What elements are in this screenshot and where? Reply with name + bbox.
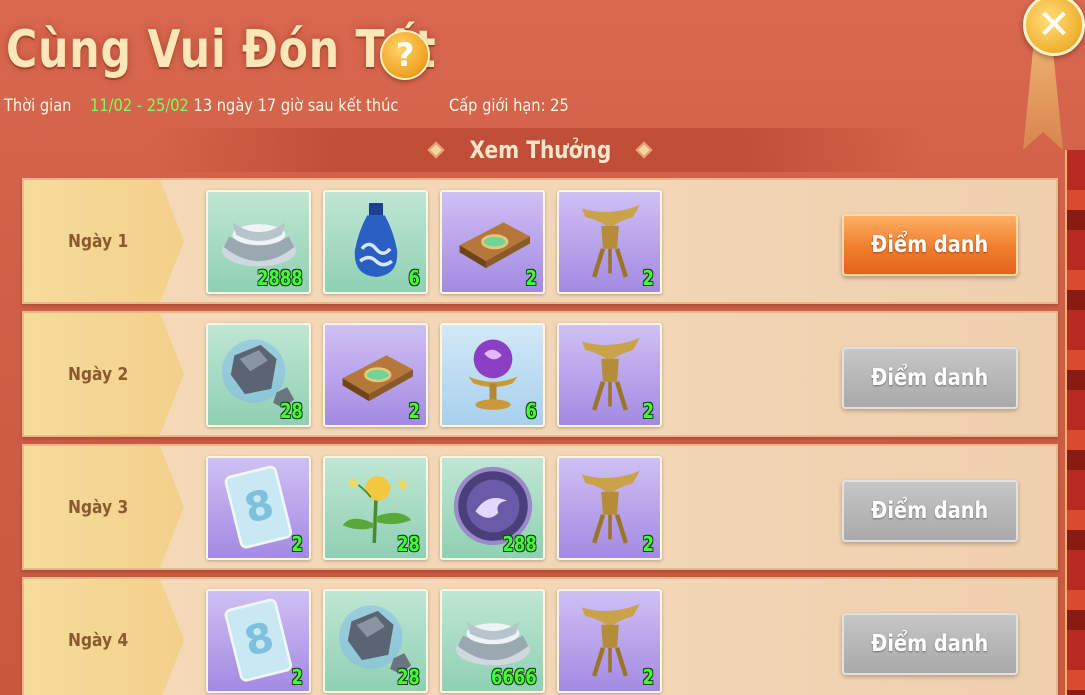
reward-item[interactable]: 28 [323, 456, 428, 560]
item-count: 6666 [491, 665, 537, 689]
reward-items: 8 2 28 6666 2 [206, 589, 662, 693]
checkin-button[interactable]: Điểm danh [842, 480, 1018, 542]
reward-item[interactable]: 2 [440, 190, 545, 294]
crystal-orb-icon [449, 329, 537, 421]
ticket-card-icon: 8 [215, 462, 303, 554]
item-count: 2 [642, 266, 654, 290]
countdown: 13 ngày 17 giờ sau kết thúc [193, 96, 399, 116]
reward-items: 2888 6 2 2 [206, 190, 662, 294]
reward-items: 8 2 28 288 2 [206, 456, 662, 560]
reward-items: 28 2 6 2 [206, 323, 662, 427]
day-label: Ngày 4 [68, 629, 129, 651]
bronze-goblet-icon [566, 196, 654, 288]
ticket-card-icon: 8 [215, 595, 303, 687]
item-count: 2888 [257, 266, 303, 290]
item-count: 2 [525, 266, 537, 290]
reward-item[interactable]: 82 [206, 589, 311, 693]
checkin-button[interactable]: Điểm danh [842, 613, 1018, 675]
reward-item[interactable]: 2 [557, 456, 662, 560]
item-count: 2 [291, 665, 303, 689]
blue-vase-icon [332, 196, 420, 288]
reward-item[interactable]: 28 [206, 323, 311, 427]
jade-book-icon [332, 329, 420, 421]
day-label: Ngày 1 [68, 230, 129, 252]
reward-item[interactable]: 2 [557, 323, 662, 427]
item-count: 2 [642, 399, 654, 423]
day-label: Ngày 2 [68, 363, 129, 385]
item-count: 2 [291, 532, 303, 556]
firecracker-decoration [1065, 150, 1085, 695]
day-row: Ngày 2 28 2 6 2 Điểm danh [22, 311, 1058, 437]
day-label: Ngày 3 [68, 496, 129, 518]
diamond-ornament-icon [427, 141, 445, 159]
day-tab: Ngày 1 [24, 180, 184, 302]
page-title: Cùng Vui Đón Tết [6, 20, 437, 80]
day-row: Ngày 1 2888 6 2 2 Điểm danh [22, 178, 1058, 304]
checkin-label: Điểm danh [871, 232, 989, 258]
bronze-goblet-icon [566, 462, 654, 554]
close-button[interactable]: ✕ [1023, 0, 1085, 56]
time-label: Thời gian [4, 96, 72, 116]
day-tab: Ngày 3 [24, 446, 184, 568]
day-tab: Ngày 4 [24, 579, 184, 695]
item-count: 288 [502, 532, 537, 556]
section-title: Xem Thưởng [469, 136, 611, 164]
reward-item[interactable]: 6 [440, 323, 545, 427]
reward-item[interactable]: 28 [323, 589, 428, 693]
item-count: 6 [408, 266, 420, 290]
item-count: 6 [525, 399, 537, 423]
reward-item[interactable]: 288 [440, 456, 545, 560]
date-range: 11/02 - 25/02 [90, 96, 189, 116]
checkin-label: Điểm danh [871, 498, 989, 524]
reward-item[interactable]: 6666 [440, 589, 545, 693]
event-info: Thời gian 11/02 - 25/02 13 ngày 17 giờ s… [4, 96, 569, 116]
checkin-label: Điểm danh [871, 631, 989, 657]
item-count: 28 [280, 399, 303, 423]
day-row: Ngày 4 8 2 28 6666 2 Điểm danh [22, 577, 1058, 695]
level-limit: Cấp giới hạn: 25 [448, 96, 569, 116]
checkin-button[interactable]: Điểm danh [842, 347, 1018, 409]
reward-item[interactable]: 2 [323, 323, 428, 427]
reward-item[interactable]: 82 [206, 456, 311, 560]
bronze-goblet-icon [566, 329, 654, 421]
diamond-ornament-icon [635, 141, 653, 159]
item-count: 28 [397, 532, 420, 556]
checkin-button[interactable]: Điểm danh [842, 214, 1018, 276]
day-row: Ngày 3 8 2 28 288 2 Điểm danh [22, 444, 1058, 570]
reward-section-header: Xem Thưởng [150, 128, 930, 172]
item-count: 2 [642, 532, 654, 556]
item-count: 28 [397, 665, 420, 689]
item-count: 2 [642, 665, 654, 689]
reward-item[interactable]: 6 [323, 190, 428, 294]
reward-item[interactable]: 2 [557, 589, 662, 693]
checkin-label: Điểm danh [871, 365, 989, 391]
day-list: Ngày 1 2888 6 2 2 Điểm danh Ngày 2 28 2 6 2 Điểm da… [22, 178, 1058, 695]
bronze-goblet-icon [566, 595, 654, 687]
day-tab: Ngày 2 [24, 313, 184, 435]
help-button[interactable]: ? [380, 30, 430, 80]
jade-book-icon [449, 196, 537, 288]
reward-item[interactable]: 2 [557, 190, 662, 294]
item-count: 2 [408, 399, 420, 423]
reward-item[interactable]: 2888 [206, 190, 311, 294]
